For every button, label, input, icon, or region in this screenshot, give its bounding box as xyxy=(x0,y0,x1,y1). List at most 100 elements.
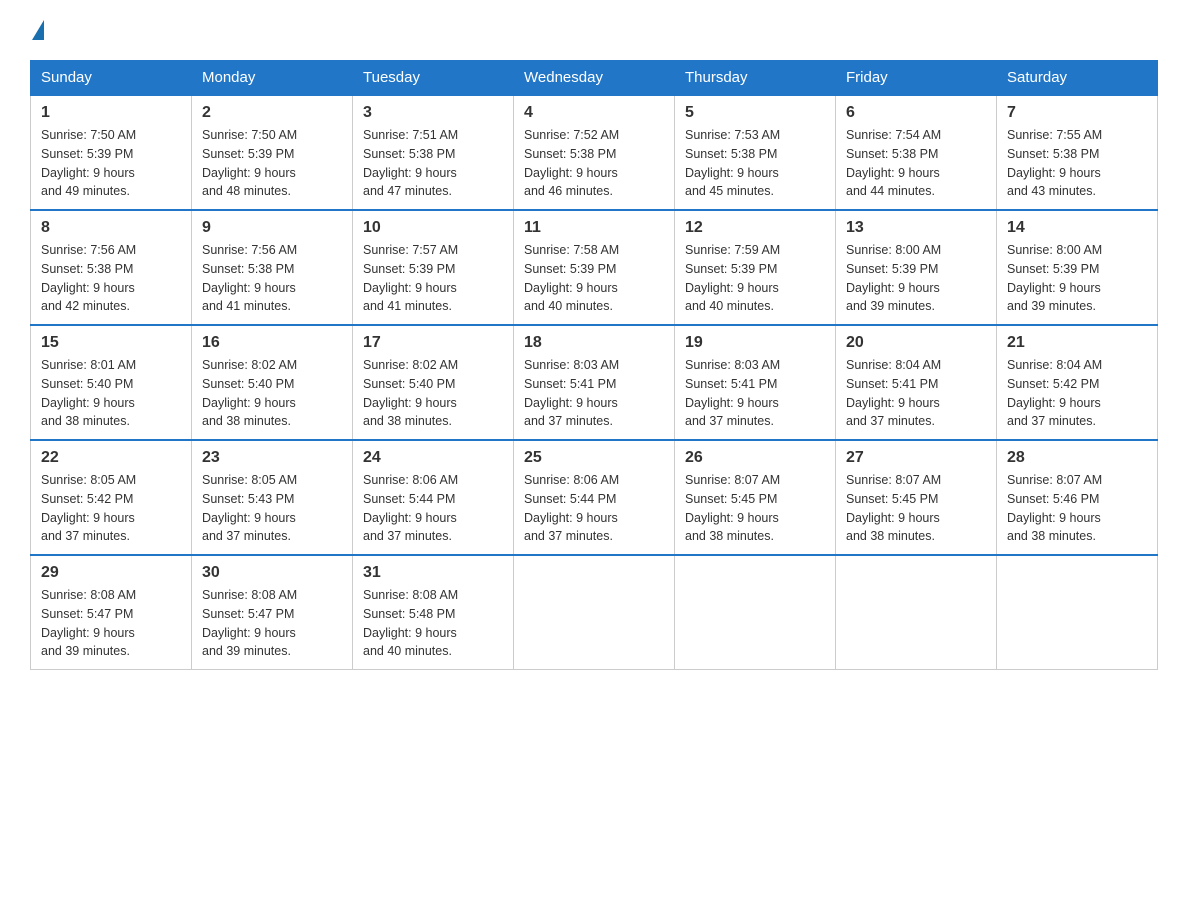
day-info: Sunrise: 7:55 AMSunset: 5:38 PMDaylight:… xyxy=(1007,126,1147,201)
day-cell: 18 Sunrise: 8:03 AMSunset: 5:41 PMDayligh… xyxy=(514,325,675,440)
day-cell xyxy=(997,555,1158,670)
day-cell: 24 Sunrise: 8:06 AMSunset: 5:44 PMDayligh… xyxy=(353,440,514,555)
day-info: Sunrise: 7:54 AMSunset: 5:38 PMDaylight:… xyxy=(846,126,986,201)
day-info: Sunrise: 8:07 AMSunset: 5:46 PMDaylight:… xyxy=(1007,471,1147,546)
day-info: Sunrise: 8:08 AMSunset: 5:48 PMDaylight:… xyxy=(363,586,503,661)
header-cell-friday: Friday xyxy=(836,61,997,96)
day-number: 1 xyxy=(41,104,181,122)
day-cell: 4Sunrise: 7:52 AMSunset: 5:38 PMDaylight… xyxy=(514,95,675,210)
day-info: Sunrise: 7:52 AMSunset: 5:38 PMDaylight:… xyxy=(524,126,664,201)
day-info: Sunrise: 8:02 AMSunset: 5:40 PMDaylight:… xyxy=(363,356,503,431)
day-info: Sunrise: 8:08 AMSunset: 5:47 PMDaylight:… xyxy=(202,586,342,661)
header-cell-sunday: Sunday xyxy=(31,61,192,96)
day-number: 3 xyxy=(363,104,503,122)
day-number: 10 xyxy=(363,219,503,237)
day-number: 9 xyxy=(202,219,342,237)
calendar-table: SundayMondayTuesdayWednesdayThursdayFrid… xyxy=(30,60,1158,670)
calendar-body: 1 Sunrise: 7:50 AMSunset: 5:39 PMDaylight… xyxy=(31,95,1158,670)
day-cell: 9 Sunrise: 7:56 AMSunset: 5:38 PMDaylight… xyxy=(192,210,353,325)
day-info: Sunrise: 7:56 AMSunset: 5:38 PMDaylight:… xyxy=(41,241,181,316)
day-cell: 14Sunrise: 8:00 AMSunset: 5:39 PMDayligh… xyxy=(997,210,1158,325)
day-number: 26 xyxy=(685,449,825,467)
header-cell-tuesday: Tuesday xyxy=(353,61,514,96)
day-cell: 23Sunrise: 8:05 AMSunset: 5:43 PMDayligh… xyxy=(192,440,353,555)
week-row-1: 1 Sunrise: 7:50 AMSunset: 5:39 PMDaylight… xyxy=(31,95,1158,210)
day-number: 7 xyxy=(1007,104,1147,122)
day-cell: 22 Sunrise: 8:05 AMSunset: 5:42 PMDayligh… xyxy=(31,440,192,555)
day-info: Sunrise: 7:57 AMSunset: 5:39 PMDaylight:… xyxy=(363,241,503,316)
day-cell: 11 Sunrise: 7:58 AMSunset: 5:39 PMDayligh… xyxy=(514,210,675,325)
header-cell-thursday: Thursday xyxy=(675,61,836,96)
day-cell: 8 Sunrise: 7:56 AMSunset: 5:38 PMDaylight… xyxy=(31,210,192,325)
day-number: 2 xyxy=(202,104,342,122)
day-cell: 17 Sunrise: 8:02 AMSunset: 5:40 PMDayligh… xyxy=(353,325,514,440)
day-info: Sunrise: 8:04 AMSunset: 5:42 PMDaylight:… xyxy=(1007,356,1147,431)
day-number: 24 xyxy=(363,449,503,467)
day-cell xyxy=(675,555,836,670)
day-info: Sunrise: 8:05 AMSunset: 5:42 PMDaylight:… xyxy=(41,471,181,546)
day-number: 27 xyxy=(846,449,986,467)
day-info: Sunrise: 7:59 AMSunset: 5:39 PMDaylight:… xyxy=(685,241,825,316)
day-number: 13 xyxy=(846,219,986,237)
day-cell: 12 Sunrise: 7:59 AMSunset: 5:39 PMDayligh… xyxy=(675,210,836,325)
header-row: SundayMondayTuesdayWednesdayThursdayFrid… xyxy=(31,61,1158,96)
logo xyxy=(30,20,46,40)
calendar-header: SundayMondayTuesdayWednesdayThursdayFrid… xyxy=(31,61,1158,96)
day-cell: 19Sunrise: 8:03 AMSunset: 5:41 PMDayligh… xyxy=(675,325,836,440)
day-info: Sunrise: 8:07 AMSunset: 5:45 PMDaylight:… xyxy=(685,471,825,546)
day-number: 5 xyxy=(685,104,825,122)
day-info: Sunrise: 8:04 AMSunset: 5:41 PMDaylight:… xyxy=(846,356,986,431)
day-number: 20 xyxy=(846,334,986,352)
day-cell: 16 Sunrise: 8:02 AMSunset: 5:40 PMDayligh… xyxy=(192,325,353,440)
day-info: Sunrise: 7:58 AMSunset: 5:39 PMDaylight:… xyxy=(524,241,664,316)
day-cell: 26 Sunrise: 8:07 AMSunset: 5:45 PMDayligh… xyxy=(675,440,836,555)
page-header xyxy=(30,20,1158,40)
day-cell: 31 Sunrise: 8:08 AMSunset: 5:48 PMDayligh… xyxy=(353,555,514,670)
header-cell-saturday: Saturday xyxy=(997,61,1158,96)
day-number: 21 xyxy=(1007,334,1147,352)
day-number: 17 xyxy=(363,334,503,352)
day-info: Sunrise: 7:50 AMSunset: 5:39 PMDaylight:… xyxy=(41,126,181,201)
day-number: 31 xyxy=(363,564,503,582)
day-cell: 21 Sunrise: 8:04 AMSunset: 5:42 PMDayligh… xyxy=(997,325,1158,440)
day-number: 8 xyxy=(41,219,181,237)
day-info: Sunrise: 8:03 AMSunset: 5:41 PMDaylight:… xyxy=(685,356,825,431)
day-number: 28 xyxy=(1007,449,1147,467)
day-info: Sunrise: 8:06 AMSunset: 5:44 PMDaylight:… xyxy=(524,471,664,546)
day-number: 15 xyxy=(41,334,181,352)
day-cell: 13 Sunrise: 8:00 AMSunset: 5:39 PMDayligh… xyxy=(836,210,997,325)
day-number: 14 xyxy=(1007,219,1147,237)
day-cell: 1 Sunrise: 7:50 AMSunset: 5:39 PMDaylight… xyxy=(31,95,192,210)
day-number: 30 xyxy=(202,564,342,582)
day-number: 22 xyxy=(41,449,181,467)
day-cell: 15Sunrise: 8:01 AMSunset: 5:40 PMDayligh… xyxy=(31,325,192,440)
day-number: 12 xyxy=(685,219,825,237)
day-cell: 25 Sunrise: 8:06 AMSunset: 5:44 PMDayligh… xyxy=(514,440,675,555)
day-number: 16 xyxy=(202,334,342,352)
day-cell: 20 Sunrise: 8:04 AMSunset: 5:41 PMDayligh… xyxy=(836,325,997,440)
day-info: Sunrise: 7:50 AMSunset: 5:39 PMDaylight:… xyxy=(202,126,342,201)
day-number: 6 xyxy=(846,104,986,122)
day-number: 25 xyxy=(524,449,664,467)
day-cell: 10 Sunrise: 7:57 AMSunset: 5:39 PMDayligh… xyxy=(353,210,514,325)
week-row-5: 29Sunrise: 8:08 AMSunset: 5:47 PMDayligh… xyxy=(31,555,1158,670)
day-cell: 3Sunrise: 7:51 AMSunset: 5:38 PMDaylight… xyxy=(353,95,514,210)
day-info: Sunrise: 7:56 AMSunset: 5:38 PMDaylight:… xyxy=(202,241,342,316)
day-info: Sunrise: 8:06 AMSunset: 5:44 PMDaylight:… xyxy=(363,471,503,546)
day-info: Sunrise: 8:08 AMSunset: 5:47 PMDaylight:… xyxy=(41,586,181,661)
day-info: Sunrise: 8:00 AMSunset: 5:39 PMDaylight:… xyxy=(846,241,986,316)
day-cell: 30 Sunrise: 8:08 AMSunset: 5:47 PMDayligh… xyxy=(192,555,353,670)
day-number: 18 xyxy=(524,334,664,352)
day-info: Sunrise: 8:03 AMSunset: 5:41 PMDaylight:… xyxy=(524,356,664,431)
day-cell: 7 Sunrise: 7:55 AMSunset: 5:38 PMDaylight… xyxy=(997,95,1158,210)
day-cell: 27Sunrise: 8:07 AMSunset: 5:45 PMDayligh… xyxy=(836,440,997,555)
day-info: Sunrise: 8:02 AMSunset: 5:40 PMDaylight:… xyxy=(202,356,342,431)
week-row-3: 15Sunrise: 8:01 AMSunset: 5:40 PMDayligh… xyxy=(31,325,1158,440)
week-row-4: 22 Sunrise: 8:05 AMSunset: 5:42 PMDayligh… xyxy=(31,440,1158,555)
logo-triangle-icon xyxy=(32,20,44,40)
day-info: Sunrise: 7:53 AMSunset: 5:38 PMDaylight:… xyxy=(685,126,825,201)
day-cell: 5 Sunrise: 7:53 AMSunset: 5:38 PMDaylight… xyxy=(675,95,836,210)
day-number: 11 xyxy=(524,219,664,237)
day-cell xyxy=(836,555,997,670)
day-cell: 6 Sunrise: 7:54 AMSunset: 5:38 PMDaylight… xyxy=(836,95,997,210)
